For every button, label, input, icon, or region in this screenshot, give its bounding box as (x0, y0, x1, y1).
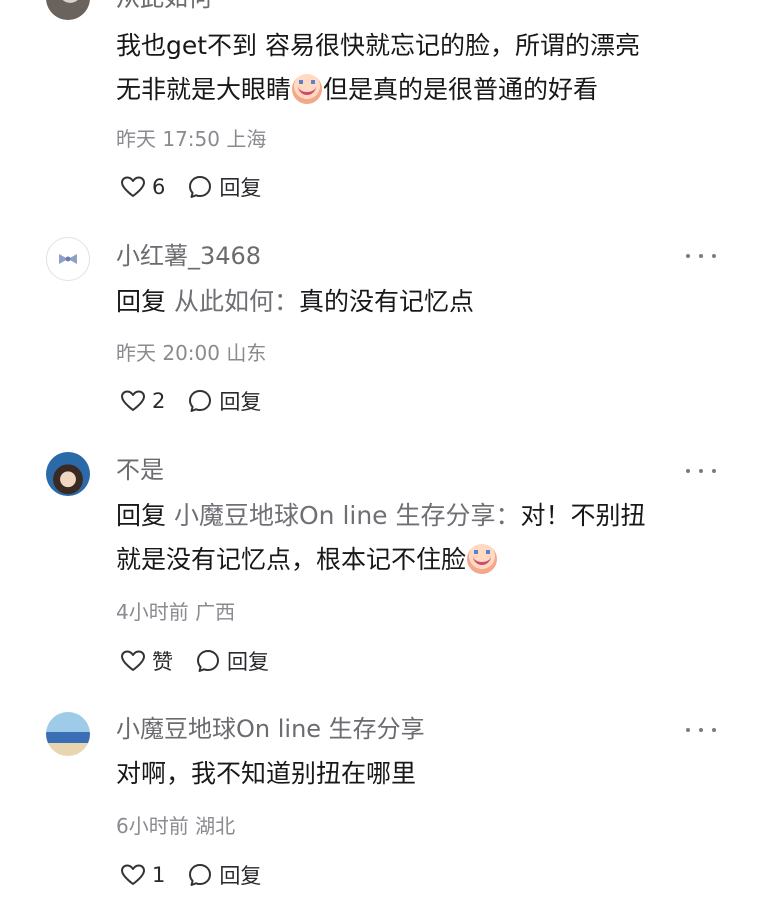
heart-icon (121, 650, 145, 671)
comment-text-segment: 对！不别扭 (520, 501, 646, 530)
reply-button[interactable]: 回复 (187, 386, 261, 416)
heart-icon (121, 390, 145, 411)
comment-bubble-icon (189, 864, 212, 886)
crying-laughing-emoji-icon (292, 74, 323, 104)
comment-text-line: 无非就是大眼睛 但是真的是很普通的好看 (116, 68, 716, 112)
more-options-button[interactable] (686, 466, 716, 476)
avatar[interactable] (46, 712, 90, 756)
crying-emoji-icon (467, 544, 498, 574)
comment-actions: 1 回复 (120, 860, 283, 890)
more-options-button[interactable] (686, 725, 716, 735)
reply-keyword: 回复 (116, 287, 167, 316)
comment-meta: 昨天 20:00 山东 (116, 341, 267, 365)
like-button[interactable]: 6 (120, 175, 165, 199)
comment-text-line: 就是没有记忆点，根本记不住脸 (116, 538, 716, 582)
reply-target[interactable]: 从此如何： (174, 287, 299, 316)
like-button[interactable]: 2 (120, 389, 165, 413)
avatar[interactable] (46, 0, 90, 20)
reply-keyword: 回复 (116, 501, 167, 530)
heart-icon (121, 864, 145, 885)
comment-text-line: 回复 小魔豆地球On line 生存分享：对！不别扭 (116, 494, 716, 538)
like-button[interactable]: 赞 (120, 646, 173, 676)
comment-text-segment: 无非就是大眼睛 (116, 75, 292, 104)
comment-meta: 昨天 17:50 上海 (116, 127, 267, 151)
bow-icon (59, 254, 77, 264)
comment-actions: 赞 回复 (120, 646, 291, 676)
comment-text: 回复 从此如何：真的没有记忆点 (116, 280, 716, 324)
reply-label: 回复 (219, 176, 262, 200)
heart-icon (121, 176, 145, 197)
comment-username[interactable]: 不是 (116, 454, 164, 486)
like-count: 赞 (152, 650, 173, 674)
comment-meta: 4小时前 广西 (116, 600, 236, 624)
comment-text: 回复 小魔豆地球On line 生存分享：对！不别扭 就是没有记忆点，根本记不住… (116, 494, 716, 582)
comment-username[interactable]: 小红薯_3468 (116, 240, 261, 272)
comment-bubble-icon (189, 176, 212, 198)
comment-bubble-icon (197, 650, 219, 672)
comment-text-segment: 真的没有记忆点 (298, 287, 474, 316)
comment-text-line: 我也get不到 容易很快就忘记的脸，所谓的漂亮 (116, 31, 641, 60)
reply-button[interactable]: 回复 (187, 172, 261, 202)
comment-text-segment: 但是真的是很普通的好看 (323, 75, 599, 104)
reply-label: 回复 (219, 390, 262, 414)
reply-button[interactable]: 回复 (187, 860, 261, 890)
reply-label: 回复 (227, 650, 269, 674)
like-button[interactable]: 1 (120, 863, 165, 887)
like-count: 1 (152, 863, 166, 887)
comment-actions: 6 回复 (120, 172, 283, 202)
comment-actions: 2 回复 (120, 386, 283, 416)
comment-username[interactable]: 小魔豆地球On line 生存分享 (116, 713, 425, 745)
reply-label: 回复 (219, 864, 262, 888)
like-count: 2 (152, 389, 166, 413)
more-options-button[interactable] (686, 251, 716, 261)
avatar[interactable] (46, 237, 90, 281)
comment-bubble-icon (189, 390, 212, 412)
comment-username[interactable]: 从此如何 (116, 0, 212, 14)
reply-button[interactable]: 回复 (195, 646, 269, 676)
comment-text-segment: 就是没有记忆点，根本记不住脸 (116, 545, 467, 574)
reply-target[interactable]: 小魔豆地球On line 生存分享： (174, 501, 521, 530)
avatar[interactable] (46, 452, 90, 496)
comment-text: 我也get不到 容易很快就忘记的脸，所谓的漂亮 无非就是大眼睛 但是真的是很普通的… (116, 24, 716, 112)
comment-text: 对啊，我不知道别扭在哪里 (116, 759, 417, 788)
comment-meta: 6小时前 湖北 (116, 814, 236, 838)
like-count: 6 (152, 175, 166, 199)
